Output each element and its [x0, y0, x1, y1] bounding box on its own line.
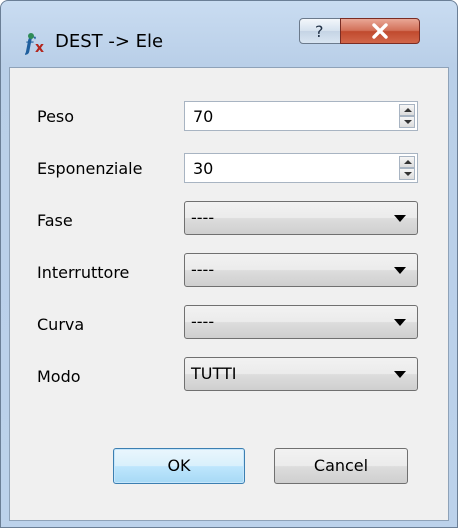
curva-label: Curva — [37, 315, 85, 334]
interruttore-value: ---- — [191, 260, 215, 279]
help-button[interactable]: ? — [299, 18, 341, 44]
peso-value[interactable]: 70 — [193, 107, 213, 126]
modo-value: TUTTI — [191, 364, 237, 383]
peso-decrement-button[interactable] — [399, 116, 415, 128]
curva-value: ---- — [191, 312, 215, 331]
esponenziale-value[interactable]: 30 — [193, 159, 213, 178]
down-arrow-icon — [404, 172, 412, 176]
title-bar[interactable]: f x DEST -> Ele ? — [1, 1, 457, 67]
svg-text:x: x — [35, 40, 44, 55]
peso-increment-button[interactable] — [399, 104, 415, 116]
fase-combobox[interactable]: ---- — [184, 201, 418, 235]
peso-label: Peso — [37, 107, 75, 126]
cancel-button[interactable]: Cancel — [274, 448, 408, 484]
esponenziale-spinbox[interactable]: 30 — [184, 153, 418, 183]
dropdown-arrow-icon — [394, 267, 406, 274]
curva-combobox[interactable]: ---- — [184, 305, 418, 339]
dropdown-arrow-icon — [394, 371, 406, 378]
fase-label: Fase — [37, 211, 73, 230]
modo-combobox[interactable]: TUTTI — [184, 357, 418, 391]
close-button[interactable] — [340, 18, 420, 44]
dropdown-arrow-icon — [394, 215, 406, 222]
esponenziale-label: Esponenziale — [37, 159, 143, 178]
function-icon: f x — [23, 31, 51, 56]
help-icon: ? — [315, 22, 324, 41]
fase-value: ---- — [191, 208, 215, 227]
interruttore-combobox[interactable]: ---- — [184, 253, 418, 287]
esponenziale-decrement-button[interactable] — [399, 168, 415, 180]
close-icon — [372, 23, 388, 39]
interruttore-label: Interruttore — [37, 263, 130, 282]
modo-label: Modo — [37, 367, 81, 386]
down-arrow-icon — [404, 120, 412, 124]
up-arrow-icon — [404, 108, 412, 112]
esponenziale-increment-button[interactable] — [399, 156, 415, 168]
dropdown-arrow-icon — [394, 319, 406, 326]
up-arrow-icon — [404, 160, 412, 164]
svg-text:?: ? — [315, 22, 324, 41]
peso-spinbox[interactable]: 70 — [184, 101, 418, 131]
window-title: DEST -> Ele — [55, 31, 164, 52]
ok-button[interactable]: OK — [113, 448, 245, 484]
